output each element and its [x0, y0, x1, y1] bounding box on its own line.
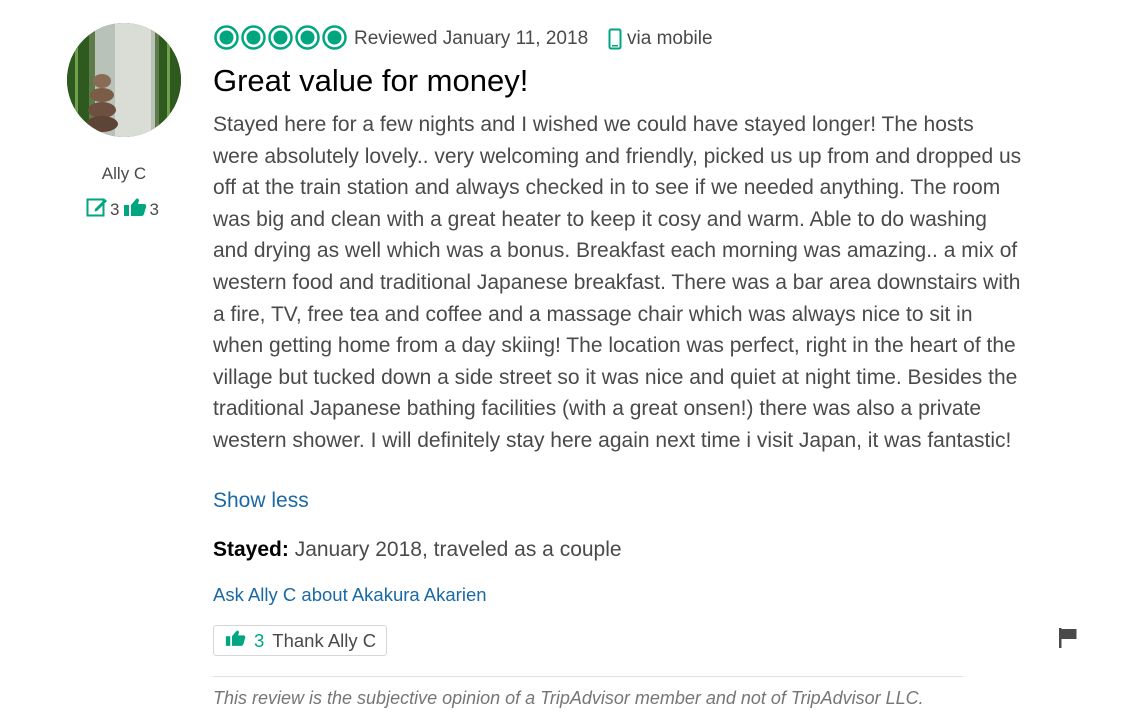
edit-review-icon	[86, 196, 108, 223]
filled-bubble	[268, 25, 293, 50]
stayed-label: Stayed:	[213, 538, 289, 561]
reviewer-stats: 3 3	[86, 196, 159, 223]
filled-bubble	[214, 25, 239, 50]
review-count-stat[interactable]: 3	[86, 196, 119, 223]
mobile-phone-icon	[608, 28, 622, 55]
helpful-votes-count: 3	[149, 199, 159, 219]
thank-reviewer-button[interactable]: 3 Thank Ally C	[213, 625, 388, 656]
via-mobile-label: via mobile	[627, 28, 713, 49]
review-count: 3	[110, 199, 120, 219]
thumbs-up-icon	[123, 197, 147, 222]
stay-info: Stayed: January 2018, traveled as a coup…	[213, 538, 622, 562]
bubble-rating-icon	[214, 25, 347, 50]
filled-bubble	[322, 25, 347, 50]
review-disclaimer: This review is the subjective opinion of…	[213, 688, 924, 708]
reviewer-avatar[interactable]	[67, 23, 181, 137]
helpful-votes-stat[interactable]: 3	[123, 197, 159, 222]
ask-reviewer-link[interactable]: Ask Ally C about Akakura Akarien	[213, 584, 487, 606]
thumbs-up-icon	[225, 629, 246, 652]
reviewer-name[interactable]: Ally C	[67, 164, 181, 184]
divider	[213, 676, 963, 677]
review-date: Reviewed January 11, 2018	[354, 28, 589, 49]
filled-bubble	[295, 25, 320, 50]
show-less-link[interactable]: Show less	[213, 489, 309, 513]
stayed-value: January 2018, traveled as a couple	[288, 538, 622, 561]
thank-label: Thank Ally C	[272, 629, 377, 651]
review-body: Stayed here for a few nights and I wishe…	[213, 113, 1022, 452]
review-title[interactable]: Great value for money!	[213, 63, 528, 99]
filled-bubble	[241, 25, 266, 50]
thank-count: 3	[254, 629, 265, 651]
flag-icon[interactable]	[1057, 627, 1079, 654]
